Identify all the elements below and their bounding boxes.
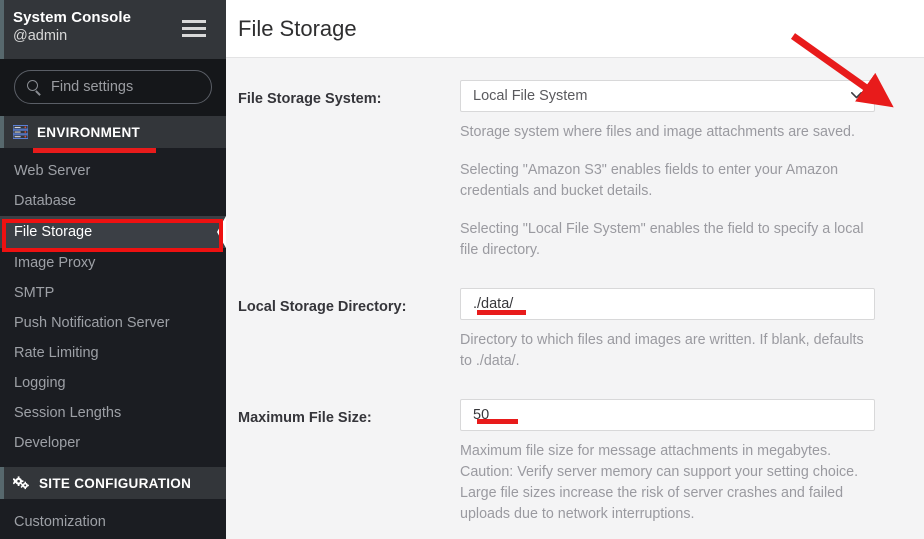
sidebar-item-label: Database	[14, 193, 77, 209]
sidebar-item-label: Session Lengths	[14, 405, 122, 421]
server-icon	[13, 125, 28, 139]
help-paragraph: Directory to which files and images are …	[460, 332, 864, 369]
help-paragraph: Maximum file size for message attachment…	[460, 443, 859, 522]
hamburger-icon[interactable]	[182, 20, 206, 37]
sidebar-item-customization[interactable]: Customization	[0, 507, 226, 537]
sidebar-item-web-server[interactable]: Web Server	[0, 156, 226, 186]
sidebar-item-smtp[interactable]: SMTP	[0, 278, 226, 308]
sidebar-item-label: File Storage	[14, 224, 93, 240]
file-storage-system-select-wrap: Local File System Amazon S3	[460, 80, 875, 112]
active-item-pointer-icon	[217, 216, 226, 248]
field-row-local-storage-directory: Local Storage Directory: Directory to wh…	[238, 288, 924, 372]
sidebar-item-database[interactable]: Database	[0, 186, 226, 216]
section-label: ENVIRONMENT	[37, 124, 141, 140]
help-paragraph: Selecting "Local File System" enables th…	[460, 221, 864, 258]
help-paragraph: Storage system where files and image att…	[460, 124, 855, 140]
help-text-maximum-file-size: Maximum file size for message attachment…	[460, 431, 875, 525]
sidebar-item-file-storage[interactable]: File Storage	[0, 216, 226, 248]
sidebar-section-environment[interactable]: ENVIRONMENT	[0, 116, 226, 148]
gears-icon	[13, 476, 29, 490]
sidebar-item-label: Web Server	[14, 163, 91, 179]
file-storage-system-select[interactable]: Local File System Amazon S3	[460, 80, 875, 112]
sidebar-nav-site-configuration: Customization	[0, 499, 226, 537]
search-placeholder: Find settings	[51, 79, 134, 95]
sidebar-item-push-notification-server[interactable]: Push Notification Server	[0, 308, 226, 338]
sidebar-item-label: Customization	[14, 514, 106, 530]
main-content: File Storage File Storage System: Local …	[226, 0, 924, 539]
sidebar-header-accent-edge	[0, 0, 4, 59]
sidebar-item-label: Logging	[14, 375, 66, 391]
search-icon	[27, 79, 42, 96]
field-label-maximum-file-size: Maximum File Size:	[238, 410, 372, 426]
sidebar-section-site-configuration[interactable]: SITE CONFIGURATION	[0, 467, 226, 499]
help-paragraph: Selecting "Amazon S3" enables fields to …	[460, 162, 839, 199]
field-label-local-storage-directory: Local Storage Directory:	[238, 299, 407, 315]
settings-form: File Storage System: Local File System A…	[226, 58, 924, 525]
sidebar: System Console @admin Find settings ENVI…	[0, 0, 226, 539]
field-row-maximum-file-size: Maximum File Size: Maximum file size for…	[238, 399, 924, 525]
sidebar-item-label: Developer	[14, 435, 81, 451]
sidebar-item-session-lengths[interactable]: Session Lengths	[0, 398, 226, 428]
section-accent-edge	[0, 116, 4, 148]
search-input[interactable]: Find settings	[14, 70, 212, 104]
sidebar-header: System Console @admin	[0, 0, 226, 59]
help-text-file-storage-system: Storage system where files and image att…	[460, 112, 875, 261]
sidebar-item-label: Push Notification Server	[14, 315, 170, 331]
sidebar-item-developer[interactable]: Developer	[0, 428, 226, 458]
page-title: File Storage	[238, 15, 357, 41]
section-label: SITE CONFIGURATION	[39, 475, 192, 491]
local-storage-directory-input[interactable]	[460, 288, 875, 320]
search-container: Find settings	[0, 59, 226, 116]
sidebar-nav-environment: Web Server Database File Storage Image P…	[0, 148, 226, 458]
field-row-file-storage-system: File Storage System: Local File System A…	[238, 80, 924, 261]
app-window: System Console @admin Find settings ENVI…	[0, 0, 924, 539]
sidebar-item-image-proxy[interactable]: Image Proxy	[0, 248, 226, 278]
help-text-local-storage-directory: Directory to which files and images are …	[460, 320, 875, 372]
sidebar-item-logging[interactable]: Logging	[0, 368, 226, 398]
field-label-file-storage-system: File Storage System:	[238, 91, 382, 107]
sidebar-item-rate-limiting[interactable]: Rate Limiting	[0, 338, 226, 368]
sidebar-item-label: Rate Limiting	[14, 345, 99, 361]
sidebar-item-label: SMTP	[14, 285, 55, 301]
maximum-file-size-input[interactable]	[460, 399, 875, 431]
page-header: File Storage	[226, 0, 924, 58]
sidebar-item-label: Image Proxy	[14, 255, 96, 271]
section-accent-edge	[0, 467, 4, 499]
